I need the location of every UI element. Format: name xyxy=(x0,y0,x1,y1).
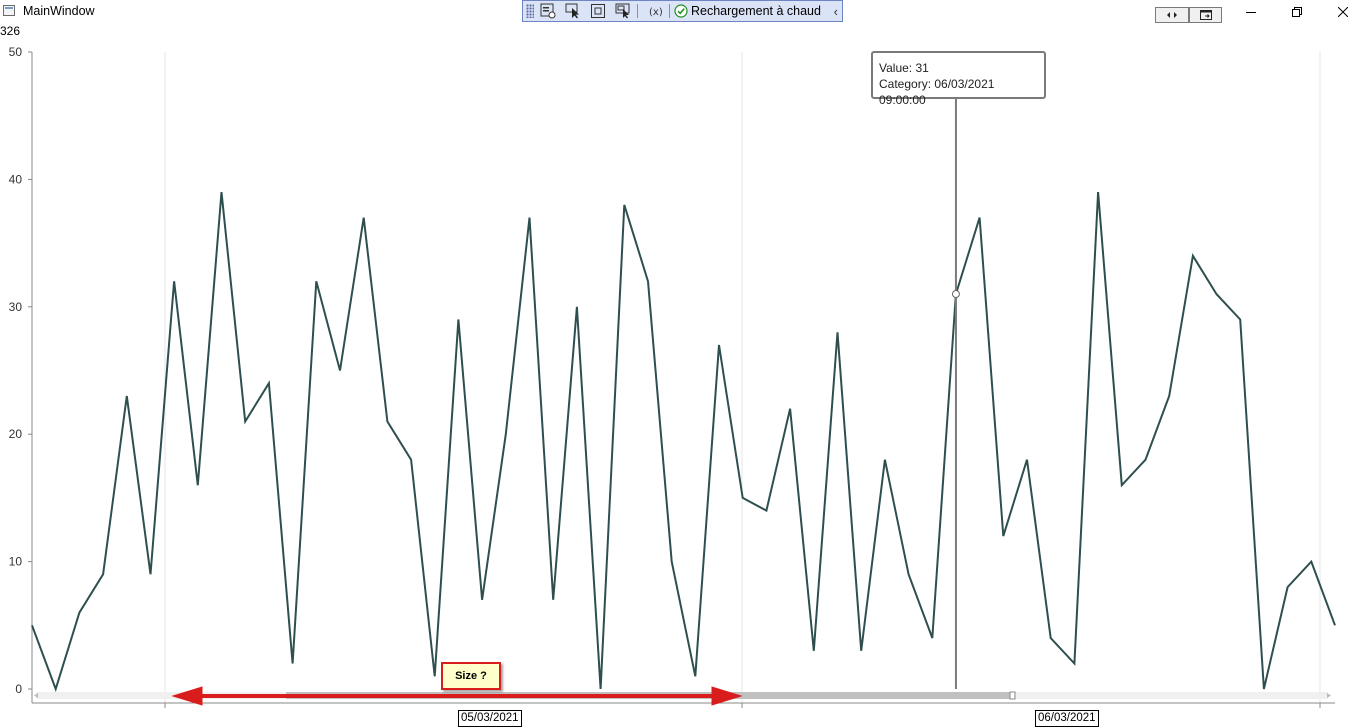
scroll-right-arrow-icon[interactable] xyxy=(1327,693,1331,698)
line-chart[interactable]: 0 10 20 30 40 50 xyxy=(0,0,1366,728)
y-tick-label: 30 xyxy=(9,300,23,314)
size-annotation-text: Size ? xyxy=(455,670,487,682)
tooltip-value: Value: 31 xyxy=(879,61,929,75)
y-tick-label: 20 xyxy=(9,427,23,441)
size-annotation-label: Size ? xyxy=(441,662,501,690)
y-tick-label: 0 xyxy=(15,682,22,696)
y-tick-label: 10 xyxy=(9,555,23,569)
series-line xyxy=(31,191,1336,693)
scrollbar-thumb-handle[interactable] xyxy=(1009,691,1016,700)
x-axis-label-1: 05/03/2021 xyxy=(458,710,522,727)
highlight-point xyxy=(951,290,960,299)
x-axis-label-2: 06/03/2021 xyxy=(1035,710,1099,727)
y-tick-label: 40 xyxy=(9,172,23,186)
tooltip-category: Category: 06/03/2021 09:00:00 xyxy=(879,77,995,107)
y-tick-label: 50 xyxy=(9,45,23,59)
data-tooltip: Value: 31 Category: 06/03/2021 09:00:00 xyxy=(871,51,1046,107)
